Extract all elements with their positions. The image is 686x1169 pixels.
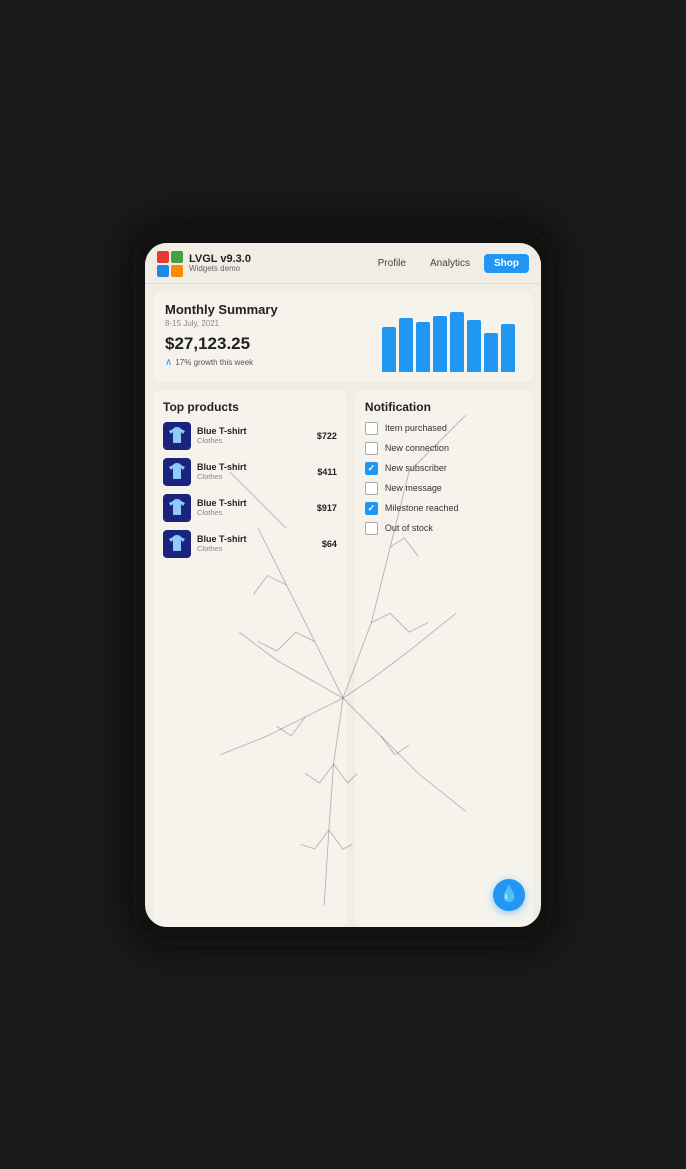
- chart-bar: [484, 333, 498, 372]
- notification-title: Notification: [365, 400, 523, 414]
- products-list: Blue T-shirt Clothes $722 Blue T-shirt C…: [163, 422, 337, 558]
- summary-amount: $27,123.25: [165, 334, 376, 354]
- notification-label: Item purchased: [385, 423, 447, 433]
- notification-label: New connection: [385, 443, 449, 453]
- product-thumbnail: [163, 530, 191, 558]
- summary-date: 8-15 July, 2021: [165, 319, 376, 328]
- logo-area: LVGL v9.3.0 Widgets demo: [157, 251, 368, 277]
- chart-bar: [382, 327, 396, 372]
- product-category: Clothes: [197, 436, 311, 445]
- product-category: Clothes: [197, 472, 311, 481]
- list-item[interactable]: Blue T-shirt Clothes $917: [163, 494, 337, 522]
- growth-text: 17% growth this week: [175, 358, 253, 367]
- product-category: Clothes: [197, 508, 311, 517]
- summary-left: Monthly Summary 8-15 July, 2021 $27,123.…: [165, 302, 376, 368]
- product-price: $917: [317, 503, 337, 513]
- chart-bar: [501, 324, 515, 371]
- notification-label: New subscriber: [385, 463, 447, 473]
- product-thumbnail: [163, 494, 191, 522]
- list-item[interactable]: Blue T-shirt Clothes $722: [163, 422, 337, 450]
- summary-growth: ∧ 17% growth this week: [165, 357, 376, 368]
- list-item[interactable]: Blue T-shirt Clothes $64: [163, 530, 337, 558]
- list-item[interactable]: Out of stock: [365, 522, 523, 535]
- notification-card: Notification Item purchased New connecti…: [355, 390, 533, 927]
- nav-links: Profile Analytics Shop: [368, 254, 529, 273]
- product-name: Blue T-shirt: [197, 426, 311, 436]
- list-item[interactable]: New connection: [365, 442, 523, 455]
- growth-arrow-icon: ∧: [165, 357, 172, 368]
- list-item[interactable]: New subscriber: [365, 462, 523, 475]
- notification-label: Out of stock: [385, 523, 433, 533]
- list-item[interactable]: Item purchased: [365, 422, 523, 435]
- cards-row: Top products Blue T-shirt Clothes $722: [153, 390, 533, 927]
- product-price: $411: [317, 467, 337, 477]
- logo-text-block: LVGL v9.3.0 Widgets demo: [189, 253, 251, 274]
- product-thumbnail: [163, 422, 191, 450]
- notification-checkbox[interactable]: [365, 422, 378, 435]
- chart-bar: [433, 316, 447, 372]
- fab-button[interactable]: 💧: [493, 879, 525, 911]
- product-price: $722: [317, 431, 337, 441]
- notification-label: Milestone reached: [385, 503, 459, 513]
- product-info: Blue T-shirt Clothes: [197, 426, 311, 445]
- chart-area: [376, 302, 521, 372]
- nav-profile[interactable]: Profile: [368, 254, 416, 273]
- list-item[interactable]: New message: [365, 482, 523, 495]
- screen: LVGL v9.3.0 Widgets demo Profile Analyti…: [145, 243, 541, 927]
- logo-icon: [157, 251, 183, 277]
- notification-checkbox[interactable]: [365, 482, 378, 495]
- notifications-list: Item purchased New connection New subscr…: [365, 422, 523, 535]
- notification-checkbox[interactable]: [365, 442, 378, 455]
- list-item[interactable]: Blue T-shirt Clothes $411: [163, 458, 337, 486]
- product-name: Blue T-shirt: [197, 462, 311, 472]
- summary-title: Monthly Summary: [165, 302, 376, 317]
- fab-icon: 💧: [499, 887, 519, 903]
- product-info: Blue T-shirt Clothes: [197, 534, 316, 553]
- nav-analytics[interactable]: Analytics: [420, 254, 480, 273]
- chart-bar: [416, 322, 430, 372]
- notification-label: New message: [385, 483, 442, 493]
- chart-bar: [467, 320, 481, 371]
- products-title: Top products: [163, 400, 337, 414]
- device-frame: LVGL v9.3.0 Widgets demo Profile Analyti…: [133, 225, 553, 945]
- chart-bar: [399, 318, 413, 371]
- nav-bar: LVGL v9.3.0 Widgets demo Profile Analyti…: [145, 243, 541, 284]
- nav-shop[interactable]: Shop: [484, 254, 529, 273]
- notification-checkbox[interactable]: [365, 462, 378, 475]
- product-thumbnail: [163, 458, 191, 486]
- chart-bar: [450, 312, 464, 372]
- list-item[interactable]: Milestone reached: [365, 502, 523, 515]
- notification-checkbox[interactable]: [365, 522, 378, 535]
- notification-checkbox[interactable]: [365, 502, 378, 515]
- summary-section: Monthly Summary 8-15 July, 2021 $27,123.…: [153, 292, 533, 382]
- product-name: Blue T-shirt: [197, 498, 311, 508]
- screen-content: LVGL v9.3.0 Widgets demo Profile Analyti…: [145, 243, 541, 927]
- product-info: Blue T-shirt Clothes: [197, 462, 311, 481]
- products-card: Top products Blue T-shirt Clothes $722: [153, 390, 347, 927]
- product-info: Blue T-shirt Clothes: [197, 498, 311, 517]
- product-name: Blue T-shirt: [197, 534, 316, 544]
- app-subtitle: Widgets demo: [189, 265, 251, 274]
- product-category: Clothes: [197, 544, 316, 553]
- product-price: $64: [322, 539, 337, 549]
